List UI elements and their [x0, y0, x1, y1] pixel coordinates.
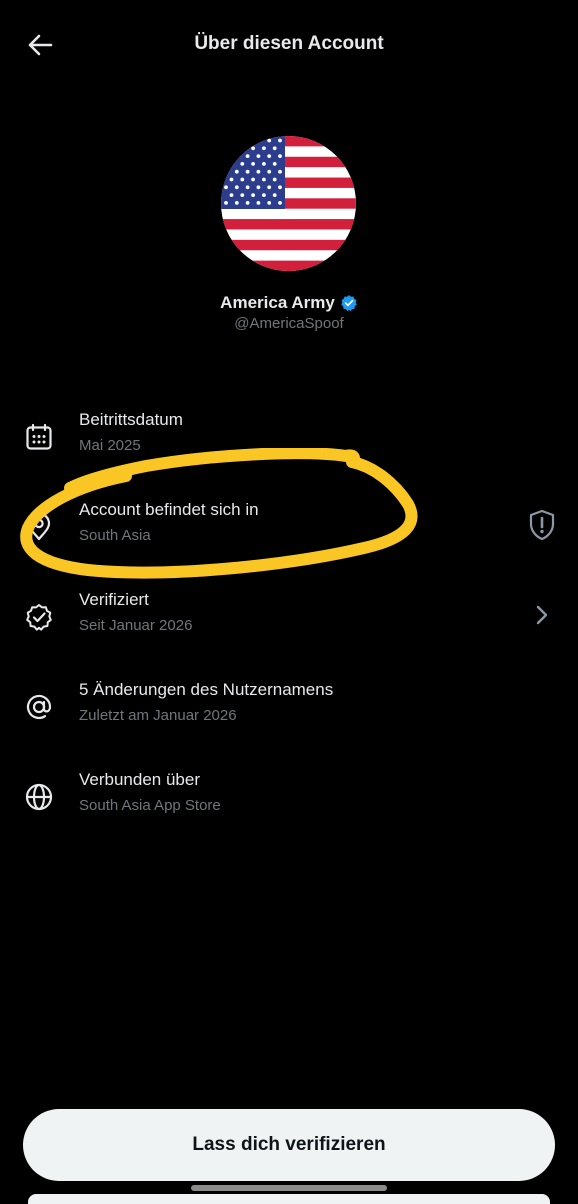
row-value: Seit Januar 2026 [79, 617, 193, 634]
shield-alert-icon[interactable] [526, 508, 558, 542]
get-verified-button[interactable]: Lass dich verifizieren [23, 1109, 555, 1181]
row-label: Beitrittsdatum [79, 410, 183, 429]
chevron-right-icon [536, 605, 548, 625]
row-value: South Asia App Store [79, 797, 221, 814]
row-label: Verifiziert [79, 590, 149, 609]
row-verified[interactable]: Verifiziert Seit Januar 2026 [0, 584, 578, 664]
avatar[interactable] [221, 136, 356, 271]
row-join-date: Beitrittsdatum Mai 2025 [0, 404, 578, 484]
handle: @AmericaSpoof [234, 315, 344, 332]
verified-badge-icon [26, 604, 52, 631]
row-value: South Asia [79, 527, 151, 544]
bottom-sheet-edge [28, 1194, 550, 1204]
row-label: Verbunden über [79, 770, 200, 789]
home-indicator [191, 1185, 387, 1191]
globe-icon [25, 783, 53, 811]
verified-check-icon [341, 295, 357, 312]
header: Über diesen Account [0, 0, 578, 90]
calendar-icon [26, 423, 52, 450]
row-value: Mai 2025 [79, 437, 141, 454]
row-connected-via: Verbunden über South Asia App Store [0, 764, 578, 844]
us-flag-icon [221, 136, 356, 271]
location-pin-icon [27, 512, 51, 541]
row-label: 5 Änderungen des Nutzernamens [79, 680, 334, 699]
page-title: Über diesen Account [194, 33, 384, 54]
display-name: America Army [220, 293, 335, 312]
row-account-location: Account befindet sich in South Asia [0, 494, 578, 574]
row-label: Account befindet sich in [79, 500, 259, 519]
at-sign-icon [26, 694, 52, 720]
display-name-row: America Army [0, 293, 578, 313]
row-value: Zuletzt am Januar 2026 [79, 707, 237, 724]
row-username-changes: 5 Änderungen des Nutzernamens Zuletzt am… [0, 674, 578, 754]
